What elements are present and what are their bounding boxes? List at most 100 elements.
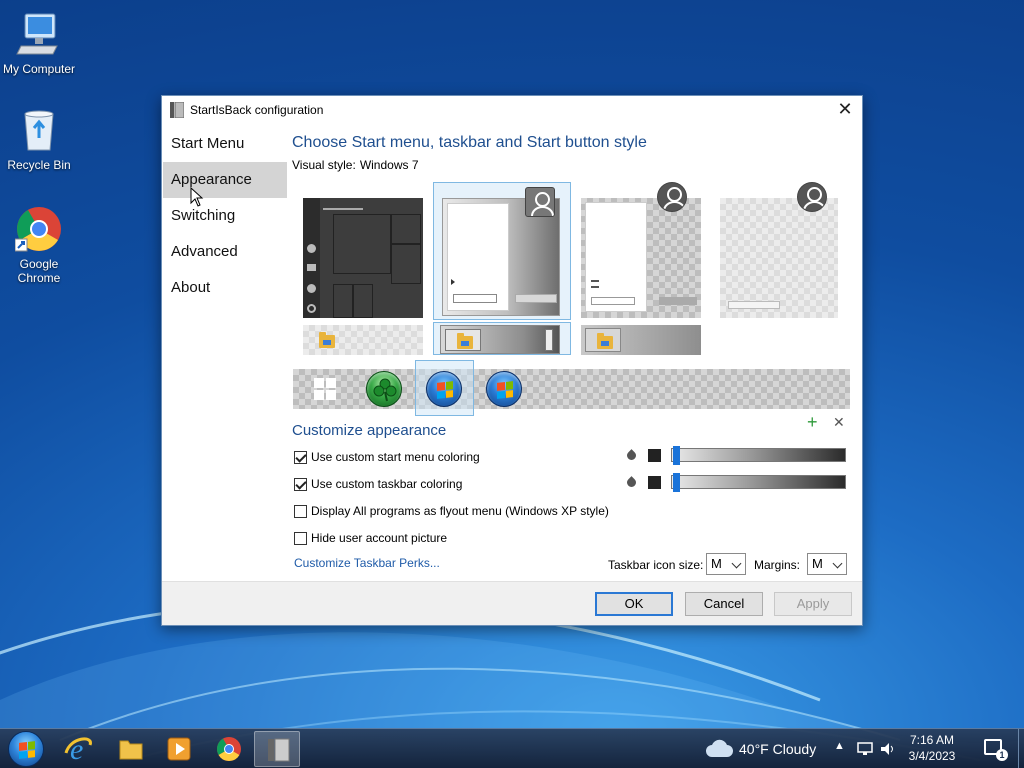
user-avatar-icon — [657, 182, 687, 212]
start-button-shamrock[interactable] — [366, 371, 402, 407]
cancel-button[interactable]: Cancel — [685, 592, 763, 616]
option-row[interactable]: Hide user account picture — [294, 530, 447, 546]
clock-time: 7:16 AM — [909, 733, 955, 747]
visual-style-row: Visual style: Windows 7 — [292, 158, 850, 172]
dialog-title: StartIsBack configuration — [190, 103, 324, 117]
chevron-down-icon — [731, 558, 742, 569]
margins-value: M — [812, 556, 823, 571]
network-icon[interactable] — [856, 741, 874, 757]
taskbar-color-swatch[interactable] — [648, 475, 661, 489]
recycle-bin-icon — [15, 106, 63, 154]
start-menu-opacity-slider[interactable] — [671, 446, 846, 465]
visual-style-label: Visual style: — [292, 158, 356, 172]
desktop-icon-google-chrome[interactable]: Google Chrome — [0, 205, 78, 285]
style-thumbnail-plain[interactable] — [720, 182, 838, 318]
cloud-icon — [706, 739, 733, 757]
taskbar-startisback[interactable] — [254, 731, 300, 767]
taskbar-thumbnail-windows10[interactable] — [303, 325, 423, 355]
system-clock[interactable]: 7:16 AM 3/4/2023 — [906, 732, 958, 764]
user-avatar-icon — [525, 187, 555, 217]
start-menu-color-controls — [626, 446, 846, 465]
desktop-icon-label: My Computer — [2, 62, 76, 76]
checkbox-hide-user-picture[interactable] — [294, 531, 307, 545]
weather-text: 40°F Cloudy — [739, 741, 817, 757]
checkbox-taskbar-coloring[interactable] — [294, 477, 307, 491]
customize-heading: Customize appearance — [292, 422, 447, 439]
icon-size-value: M — [711, 556, 722, 571]
remove-style-icon[interactable]: ✕ — [833, 415, 845, 429]
start-button-windows10[interactable] — [314, 378, 336, 400]
option-label: Hide user account picture — [311, 531, 448, 545]
appearance-panel: Choose Start menu, taskbar and Start but… — [292, 124, 850, 172]
startisback-app-icon — [268, 738, 290, 762]
startisback-app-icon — [170, 101, 185, 119]
taskbar-thumbnail-windows7[interactable] — [440, 325, 560, 354]
margins-label: Margins: — [754, 558, 801, 572]
style-thumbnail-windows7[interactable] — [442, 187, 560, 316]
checkbox-flyout-menu[interactable] — [294, 504, 307, 518]
ok-button[interactable]: OK — [595, 592, 673, 616]
transparency-drop-icon[interactable] — [626, 476, 636, 488]
clock-date: 3/4/2023 — [908, 749, 956, 763]
option-label: Display All programs as flyout menu (Win… — [311, 504, 609, 518]
option-label: Use custom start menu coloring — [311, 450, 480, 464]
sidebar-item-start-menu[interactable]: Start Menu — [163, 126, 287, 162]
slider-knob[interactable] — [673, 446, 680, 465]
desktop-icon-label: Google Chrome — [17, 257, 61, 285]
style-heading: Choose Start menu, taskbar and Start but… — [292, 134, 647, 151]
sidebar-item-about[interactable]: About — [163, 270, 287, 306]
taskbar-opacity-slider[interactable] — [671, 473, 846, 492]
desktop-icon-label: Recycle Bin — [7, 158, 71, 172]
icon-size-label: Taskbar icon size: — [608, 558, 704, 572]
internet-explorer-icon: e — [64, 733, 92, 766]
visual-style-value: Windows 7 — [359, 158, 419, 172]
style-thumbnail-windows10[interactable] — [303, 198, 423, 318]
taskbar-color-controls — [626, 473, 846, 492]
style-thumbnail-windows8[interactable] — [581, 182, 701, 318]
weather-widget[interactable]: 40°F Cloudy — [705, 729, 816, 768]
folder-icon — [457, 333, 473, 349]
computer-icon — [15, 10, 63, 58]
start-button[interactable] — [8, 731, 44, 767]
add-style-icon[interactable]: + — [807, 413, 818, 431]
slider-knob[interactable] — [673, 473, 680, 492]
start-menu-color-swatch[interactable] — [648, 448, 661, 462]
taskbar-thumbnail-windows8[interactable] — [581, 325, 701, 355]
chevron-down-icon — [832, 558, 843, 569]
media-player-icon — [167, 737, 191, 761]
margins-select[interactable]: M — [807, 553, 847, 575]
option-row[interactable]: Display All programs as flyout menu (Win… — [294, 503, 609, 519]
dialog-footer: OK Cancel Apply — [162, 581, 862, 625]
icon-size-select[interactable]: M — [706, 553, 746, 575]
folder-icon — [319, 332, 335, 348]
taskbar-file-explorer[interactable] — [110, 731, 152, 767]
sidebar-item-switching[interactable]: Switching — [163, 198, 287, 234]
option-label: Use custom taskbar coloring — [311, 477, 463, 491]
customize-taskbar-perks-link[interactable]: Customize Taskbar Perks... — [294, 556, 440, 570]
transparency-drop-icon[interactable] — [626, 449, 636, 461]
checkbox-start-menu-coloring[interactable] — [294, 450, 307, 464]
option-row[interactable]: Use custom start menu coloring — [294, 449, 480, 465]
sidebar-nav: Start Menu Appearance Switching Advanced… — [163, 126, 287, 306]
taskbar: e 40°F Cloudy ▲ 7:16 AM 3/4/2023 1 — [0, 728, 1024, 768]
volume-icon[interactable] — [879, 741, 897, 757]
chrome-icon — [216, 737, 241, 762]
sidebar-item-appearance[interactable]: Appearance — [163, 162, 287, 198]
sidebar-item-advanced[interactable]: Advanced — [163, 234, 287, 270]
close-icon[interactable]: ✕ — [834, 100, 856, 120]
dialog-titlebar[interactable]: StartIsBack configuration ✕ — [162, 96, 862, 124]
user-avatar-icon — [797, 182, 827, 212]
taskbar-media-player[interactable] — [158, 731, 200, 767]
file-explorer-icon — [119, 740, 143, 760]
start-button-windows8[interactable] — [486, 371, 522, 407]
taskbar-google-chrome[interactable] — [208, 731, 250, 767]
show-desktop-button[interactable] — [1018, 729, 1024, 768]
tray-overflow-icon[interactable]: ▲ — [834, 740, 845, 752]
apply-button[interactable]: Apply — [774, 592, 852, 616]
desktop-icon-recycle-bin[interactable]: Recycle Bin — [0, 106, 78, 172]
mouse-cursor-icon — [190, 187, 204, 207]
taskbar-internet-explorer[interactable]: e — [60, 731, 102, 767]
start-button-windows7[interactable] — [426, 371, 462, 407]
option-row[interactable]: Use custom taskbar coloring — [294, 476, 462, 492]
desktop-icon-my-computer[interactable]: My Computer — [0, 10, 78, 76]
